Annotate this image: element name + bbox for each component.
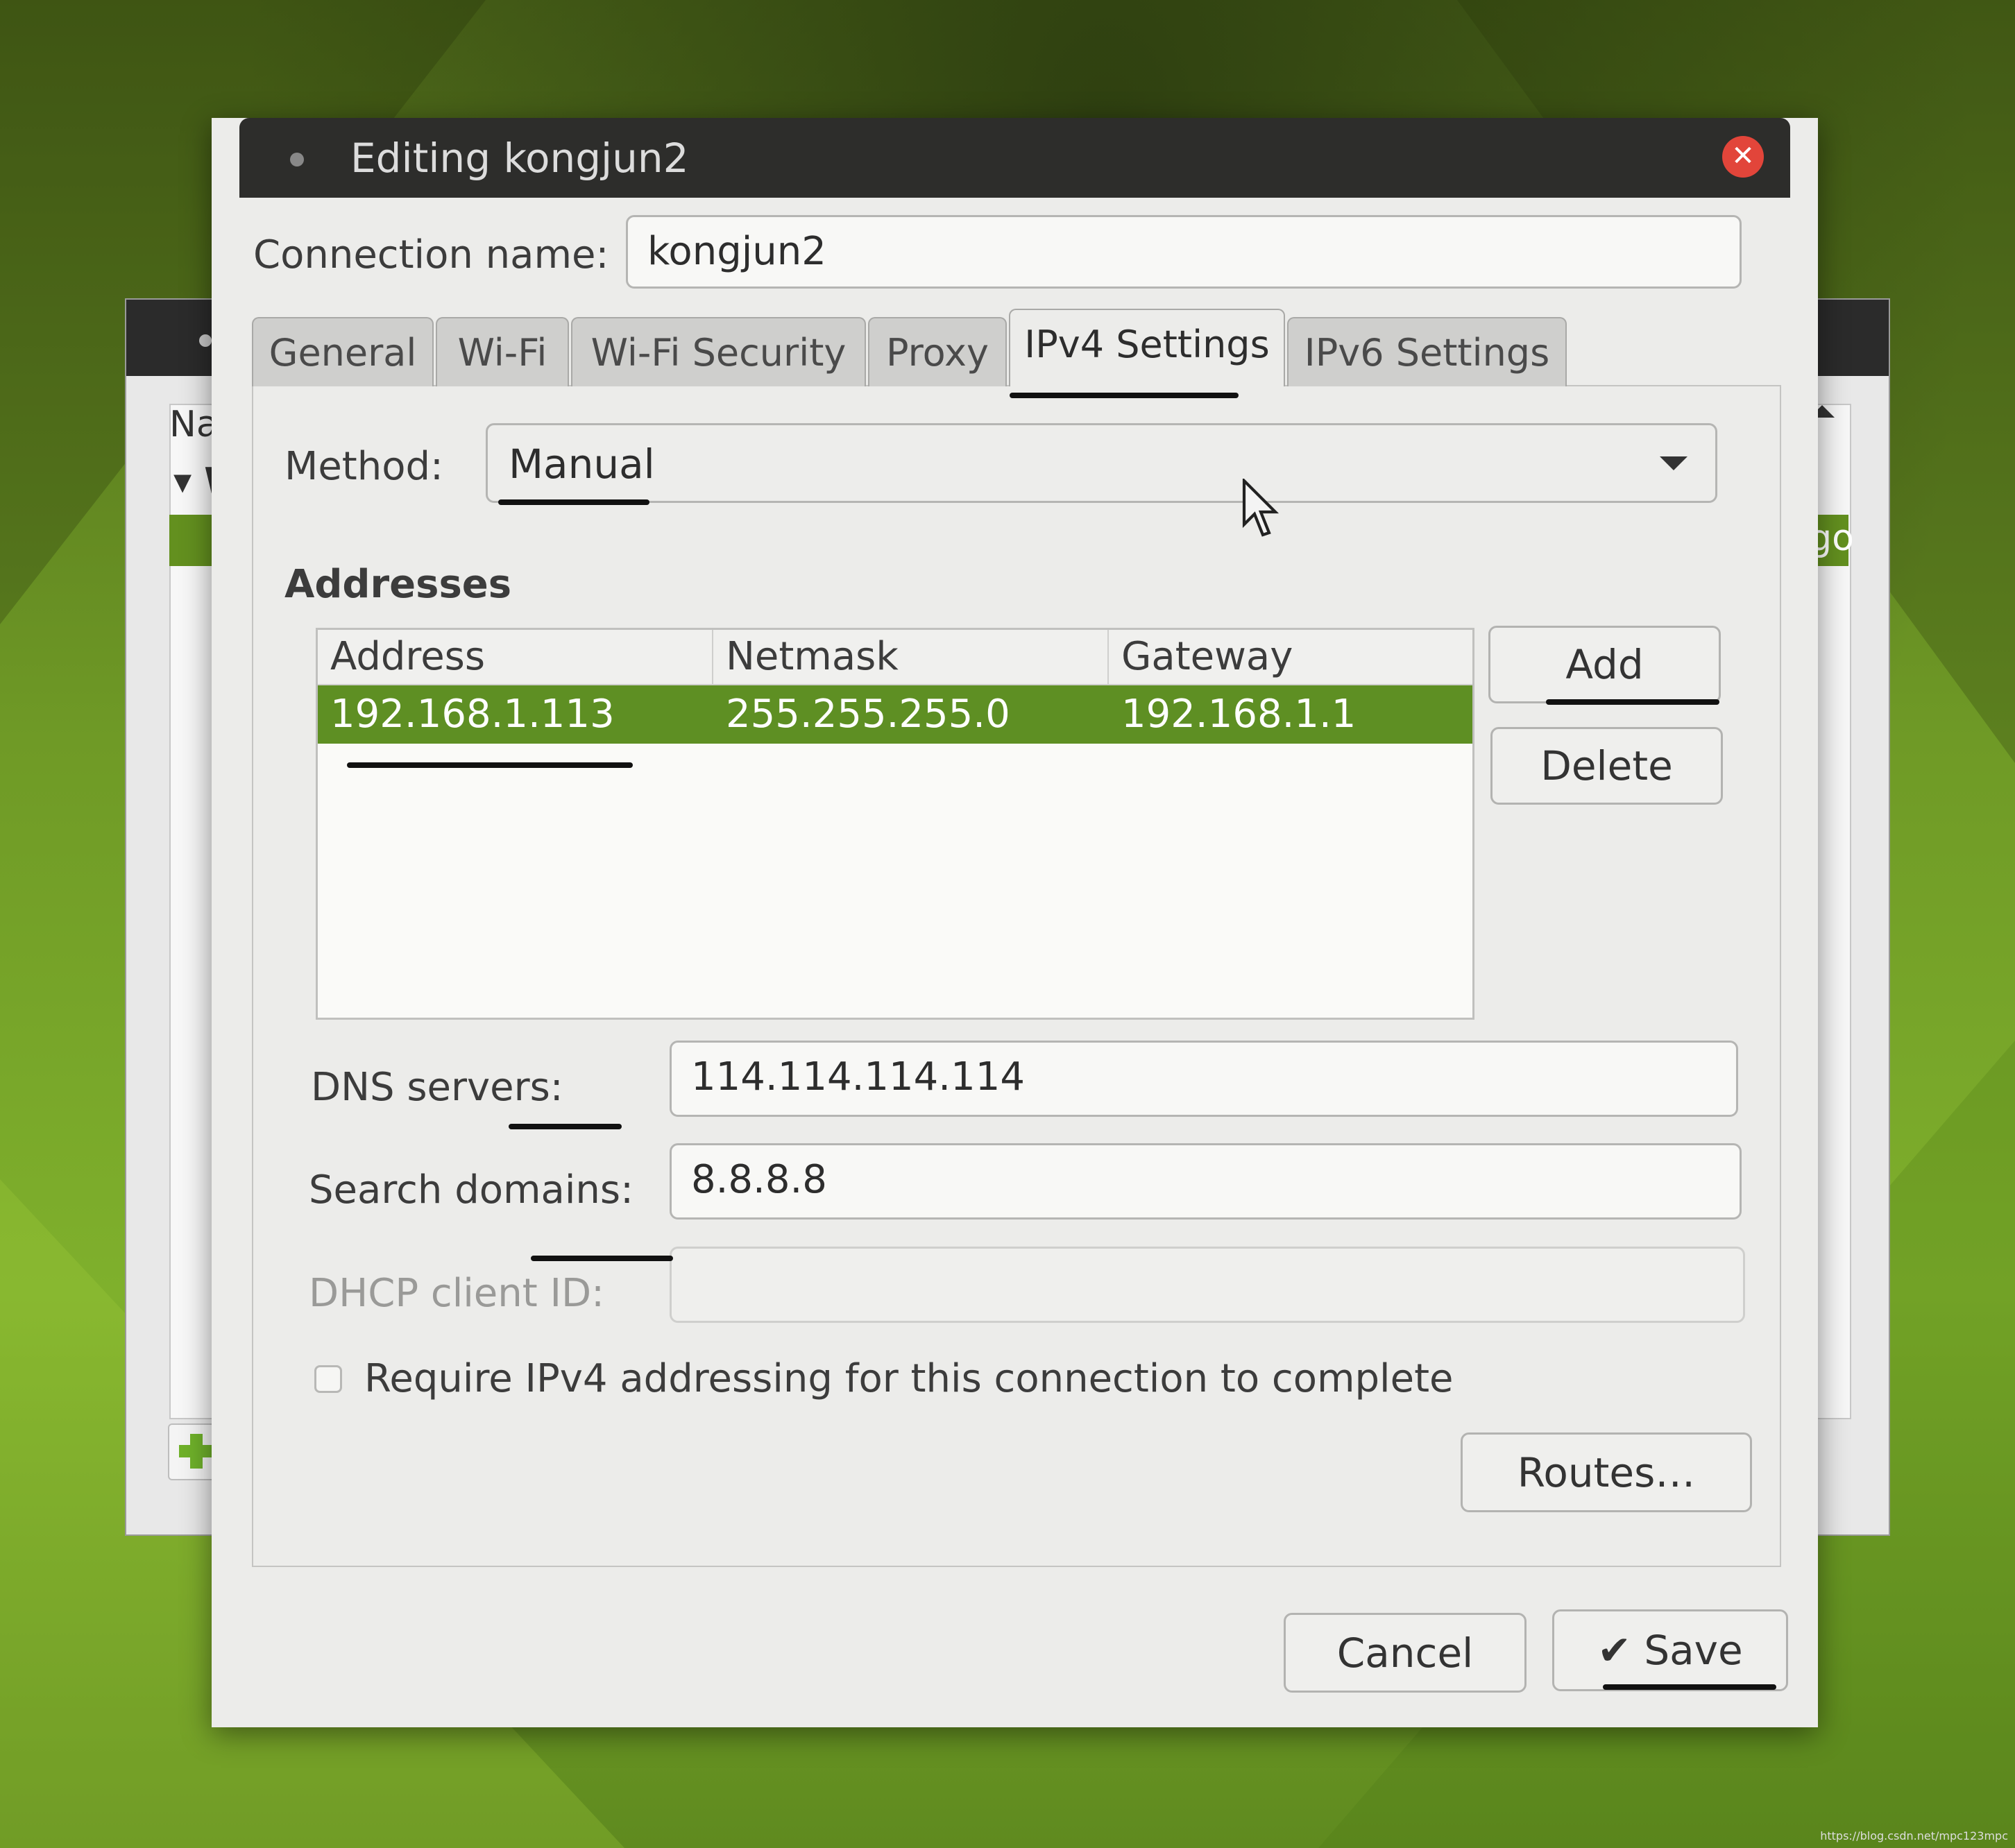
mouse-pointer-icon (1242, 479, 1279, 537)
connection-name-label: Connection name: (253, 232, 609, 277)
connection-name-input[interactable]: kongjun2 (626, 215, 1742, 289)
pen-underline (509, 1124, 622, 1129)
tab-ipv4-settings[interactable]: IPv4 Settings (1009, 309, 1285, 386)
column-header-netmask[interactable]: Netmask (713, 630, 1109, 684)
addresses-heading: Addresses (284, 562, 512, 607)
require-ipv4-label[interactable]: Require IPv4 addressing for this connect… (364, 1356, 1453, 1401)
tab-general[interactable]: General (252, 317, 434, 386)
search-domains-input[interactable]: 8.8.8.8 (670, 1143, 1742, 1220)
cancel-button[interactable]: Cancel (1284, 1613, 1527, 1693)
dns-servers-input[interactable]: 114.114.114.114 (670, 1041, 1738, 1117)
cell-address[interactable]: 192.168.1.113 (318, 685, 713, 744)
chevron-down-icon (1660, 456, 1687, 470)
tab-wifi-security[interactable]: Wi-Fi Security (571, 317, 866, 386)
table-header: Address Netmask Gateway (318, 630, 1472, 685)
cell-gateway[interactable]: 192.168.1.1 (1109, 685, 1472, 744)
tab-ipv6-settings[interactable]: IPv6 Settings (1287, 317, 1567, 386)
column-header-address[interactable]: Address (318, 630, 713, 684)
add-button[interactable]: Add (1488, 626, 1721, 703)
tab-proxy[interactable]: Proxy (868, 317, 1007, 386)
checkmark-icon: ✔ (1597, 1627, 1631, 1674)
cell-netmask[interactable]: 255.255.255.0 (713, 685, 1109, 744)
save-button[interactable]: ✔ Save (1552, 1609, 1788, 1691)
watermark: https://blog.csdn.net/mpc123mpc (1820, 1829, 2008, 1842)
close-button[interactable]: ✕ (1722, 136, 1764, 178)
dialog-titlebar[interactable]: Editing kongjun2 ✕ (239, 118, 1790, 198)
method-label: Method: (284, 444, 443, 489)
require-ipv4-checkbox[interactable] (314, 1365, 342, 1393)
background-window-dot (199, 334, 212, 347)
tab-wifi[interactable]: Wi-Fi (436, 317, 569, 386)
pen-underline (1546, 699, 1719, 705)
routes-button[interactable]: Routes… (1461, 1432, 1752, 1512)
pen-underline (498, 499, 649, 505)
table-row[interactable]: 192.168.1.113 255.255.255.0 192.168.1.1 (318, 685, 1472, 744)
pen-underline (531, 1256, 673, 1261)
dns-servers-label: DNS servers: (311, 1065, 563, 1110)
dialog-title: Editing kongjun2 (350, 135, 689, 182)
column-header-gateway[interactable]: Gateway (1109, 630, 1472, 684)
plus-icon-stem (190, 1434, 203, 1469)
addresses-table[interactable]: Address Netmask Gateway 192.168.1.113 25… (316, 628, 1474, 1020)
save-button-label: Save (1644, 1627, 1743, 1674)
pen-underline (1603, 1684, 1776, 1690)
search-domains-label: Search domains: (309, 1167, 634, 1213)
method-dropdown[interactable]: Manual (486, 423, 1717, 503)
close-icon: ✕ (1731, 140, 1755, 172)
method-selected-value: Manual (509, 440, 655, 488)
delete-button[interactable]: Delete (1490, 727, 1723, 805)
edit-connection-dialog: Editing kongjun2 ✕ Connection name: kong… (212, 118, 1818, 1727)
dhcp-client-id-label: DHCP client ID: (309, 1271, 605, 1316)
pen-underline (347, 762, 633, 768)
window-menu-icon[interactable] (290, 153, 304, 166)
dhcp-client-id-input (670, 1247, 1745, 1323)
pen-underline (1010, 393, 1239, 398)
